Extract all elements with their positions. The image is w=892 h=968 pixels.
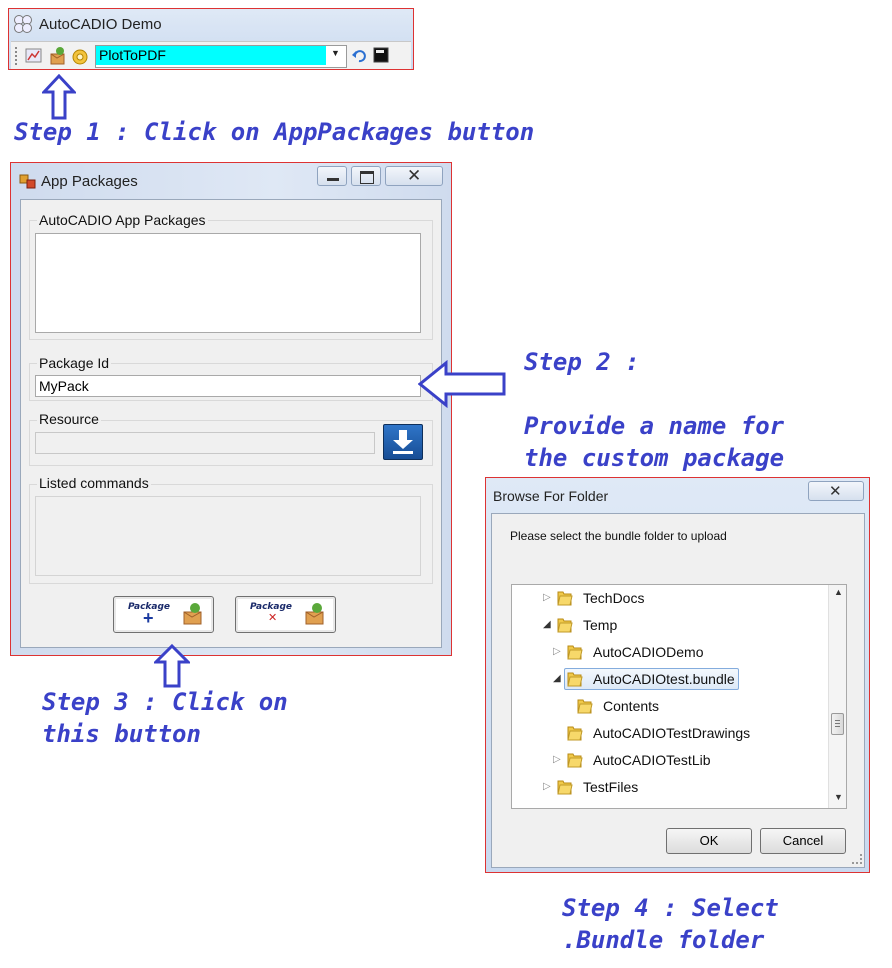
plus-icon: + — [143, 608, 154, 628]
tree-item[interactable]: ▷ TechDocs — [512, 587, 828, 609]
tree-item-label: AutoCADIOtest.bundle — [564, 668, 739, 690]
resource-label: Resource — [37, 411, 101, 427]
folder-icon — [567, 672, 583, 687]
tree-item[interactable]: ▷ AutoCADIODemo — [512, 641, 828, 663]
app-packages-client: AutoCADIO App Packages Package Id MyPack… — [20, 199, 442, 648]
close-icon: ✕ — [829, 483, 842, 500]
add-package-button[interactable]: Package + — [113, 596, 214, 633]
tree-item[interactable]: ◢ Temp — [512, 614, 828, 636]
app-packages-button-icon[interactable] — [49, 46, 67, 66]
close-button[interactable]: ✕ — [385, 166, 443, 186]
step2-annotation-line2: Provide a name for — [524, 412, 785, 440]
tree-item[interactable]: ▷ AutoCADIOTestLib — [512, 749, 828, 771]
maximize-button[interactable] — [351, 166, 381, 186]
download-button[interactable] — [383, 424, 423, 460]
app-packages-window-icon — [19, 174, 36, 189]
commands-label: Listed commands — [37, 475, 151, 491]
packages-listbox[interactable] — [35, 233, 421, 333]
app-logo-icon — [14, 15, 32, 33]
scroll-up-icon[interactable]: ▲ — [834, 587, 843, 597]
resize-grip[interactable] — [852, 854, 862, 864]
folder-icon — [567, 753, 583, 768]
tree-item-label: AutoCADIODemo — [593, 644, 704, 660]
console-icon[interactable] — [373, 47, 389, 63]
tree-collapsed-icon[interactable]: ▷ — [553, 641, 561, 663]
tree-item-label: AutoCADIOTestLib — [593, 752, 711, 768]
step2-annotation-line1: Step 2 : — [524, 348, 640, 376]
ok-button[interactable]: OK — [666, 828, 752, 854]
close-icon: ✕ — [407, 166, 422, 185]
tree-item-label: Contents — [603, 698, 660, 714]
tree-expanded-icon[interactable]: ◢ — [553, 668, 561, 690]
browse-instruction: Please select the bundle folder to uploa… — [510, 529, 727, 543]
step3-arrow-icon — [154, 644, 190, 688]
autocadio-demo-window: AutoCADIO Demo PlotToPDF ▼ — [8, 8, 414, 70]
browse-folder-dialog: Browse For Folder ✕ Please select the bu… — [485, 477, 870, 873]
commands-listbox[interactable] — [35, 496, 421, 576]
remove-x-icon: ✕ — [268, 612, 278, 624]
toolbar-grip — [15, 47, 19, 65]
browse-close-button[interactable]: ✕ — [808, 481, 864, 501]
scroll-down-icon[interactable]: ▼ — [834, 792, 843, 802]
tree-item-label: AutoCADIOTestDrawings — [593, 725, 751, 741]
window-title: AutoCADIO Demo — [39, 16, 162, 33]
packages-group-label: AutoCADIO App Packages — [37, 212, 208, 228]
app-packages-window: App Packages ✕ AutoCADIO App Packages Pa… — [10, 162, 452, 656]
tree-item[interactable]: AutoCADIOTestDrawings — [512, 722, 828, 744]
tree-collapsed-icon[interactable]: ▷ — [553, 749, 561, 771]
scroll-thumb[interactable] — [831, 713, 844, 735]
chart-tool-icon[interactable] — [25, 47, 43, 65]
step4-annotation-line1: Step 4 : Select — [562, 894, 779, 922]
tree-item-label: TestFiles — [583, 779, 639, 795]
folder-icon — [577, 699, 593, 714]
step3-annotation-line2: this button — [42, 720, 201, 748]
tree-expanded-icon[interactable]: ◢ — [543, 614, 551, 636]
package-box-icon — [305, 603, 324, 625]
step3-annotation-line1: Step 3 : Click on — [42, 688, 288, 716]
package-id-label: Package Id — [37, 355, 112, 371]
folder-icon — [557, 591, 573, 606]
resource-input[interactable] — [35, 432, 375, 454]
tree-item[interactable]: ◢ AutoCADIOtest.bundle — [512, 668, 828, 690]
browse-dialog-title: Browse For Folder — [493, 488, 609, 504]
folder-icon — [567, 645, 583, 660]
maximize-icon — [360, 171, 374, 184]
step1-arrow-icon — [42, 74, 76, 120]
package-id-input[interactable]: MyPack — [35, 375, 421, 397]
tree-collapsed-icon[interactable]: ▷ — [543, 587, 551, 609]
gear-cloud-icon[interactable] — [71, 46, 89, 66]
tree-item[interactable]: Contents — [512, 695, 828, 717]
folder-icon — [557, 780, 573, 795]
minimize-icon — [327, 178, 339, 181]
tree-item-label: Temp — [583, 617, 618, 633]
remove-package-button[interactable]: Package ✕ — [235, 596, 336, 633]
minimize-button[interactable] — [317, 166, 347, 186]
tree-item-label: TechDocs — [583, 590, 645, 606]
undo-icon[interactable] — [351, 48, 367, 64]
download-icon — [393, 430, 413, 454]
step2-arrow-icon — [418, 360, 506, 408]
chevron-down-icon[interactable]: ▼ — [331, 48, 340, 58]
app-packages-title: App Packages — [41, 173, 138, 190]
tree-collapsed-icon[interactable]: ▷ — [543, 776, 551, 798]
folder-icon — [557, 618, 573, 633]
toolbar: PlotToPDF ▼ — [11, 41, 411, 69]
cancel-button[interactable]: Cancel — [760, 828, 846, 854]
command-combo[interactable]: PlotToPDF ▼ — [95, 45, 347, 68]
browse-dialog-client: Please select the bundle folder to uploa… — [491, 513, 865, 868]
tree-scrollbar[interactable]: ▲ ▼ — [828, 585, 846, 808]
folder-tree[interactable]: ▷ TechDocs ◢ Temp ▷ AutoCADIODemo ◢ AutoCADIOte… — [511, 584, 847, 809]
step4-annotation-line2: .Bundle folder — [562, 926, 765, 954]
step2-annotation-line3: the custom package — [524, 444, 785, 472]
folder-icon — [567, 726, 583, 741]
tree-item[interactable]: ▷ TestFiles — [512, 776, 828, 798]
folder-tree-items: ▷ TechDocs ◢ Temp ▷ AutoCADIODemo ◢ AutoCADIOte… — [512, 585, 828, 808]
package-box-icon — [183, 603, 202, 625]
step1-annotation: Step 1 : Click on AppPackages button — [14, 118, 535, 146]
command-combo-value: PlotToPDF — [96, 46, 326, 65]
